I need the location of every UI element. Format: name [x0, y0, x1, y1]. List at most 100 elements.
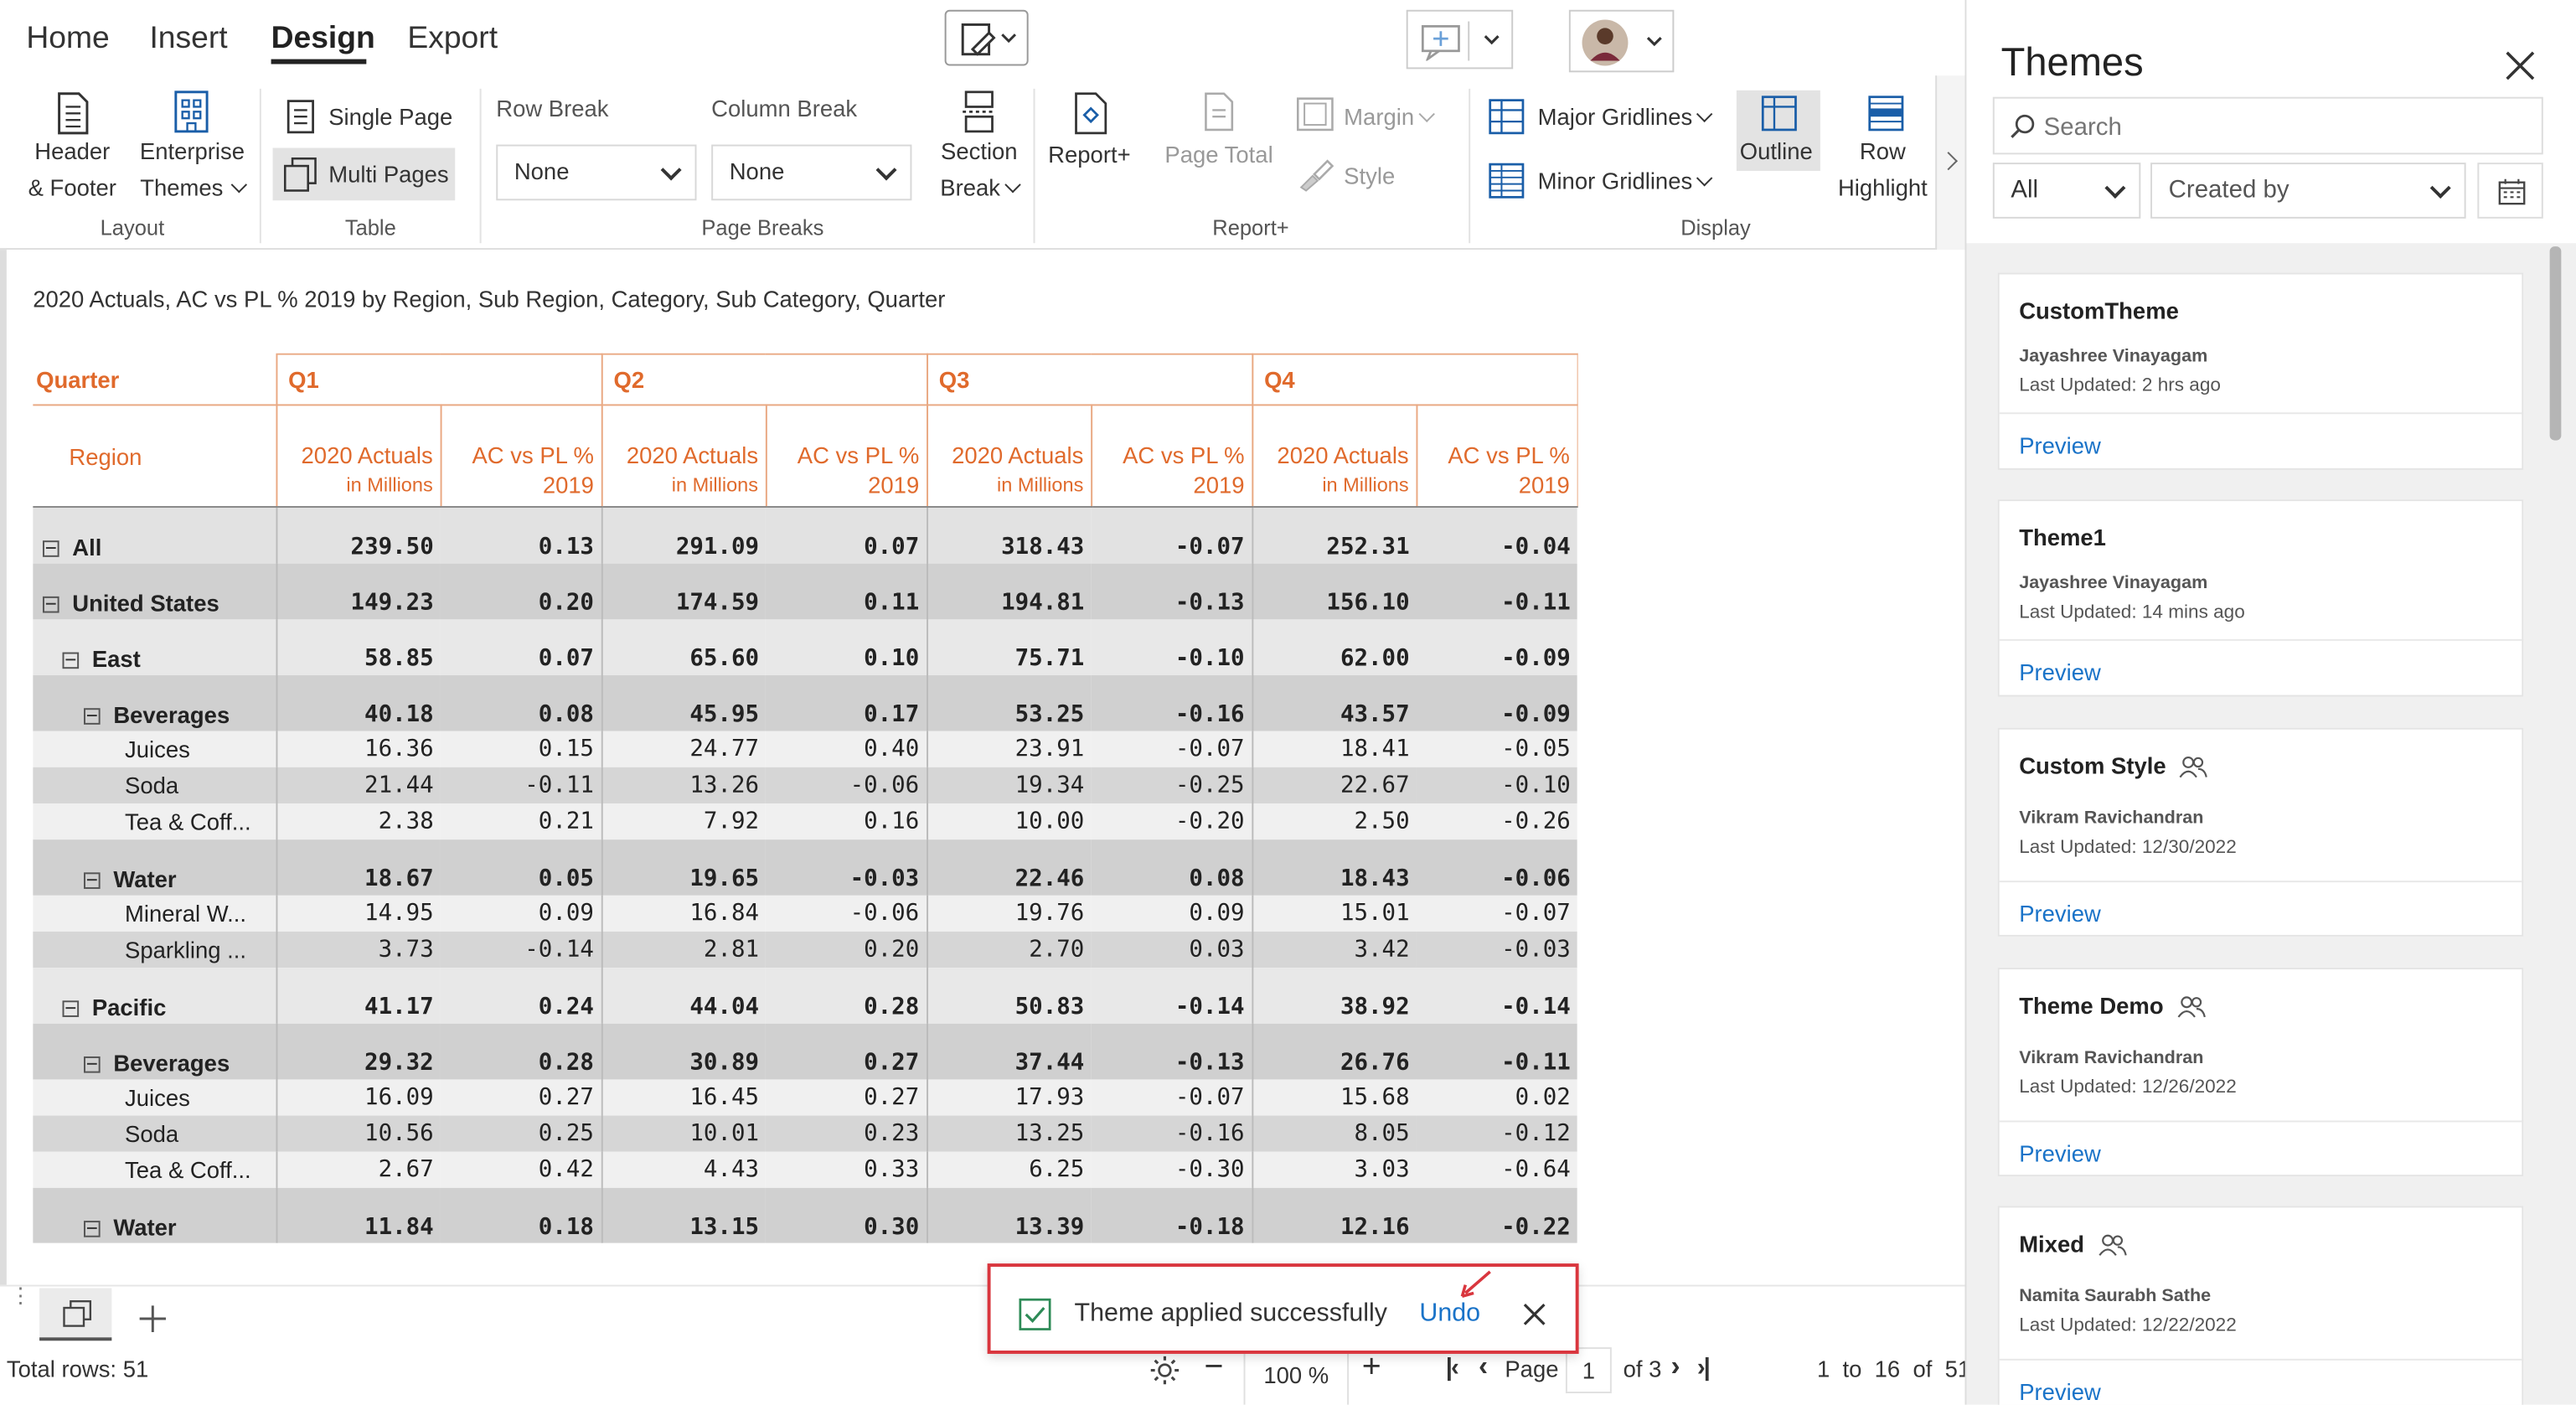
row-label[interactable]: Soda [33, 766, 276, 803]
report-plus-button[interactable]: Report+ [1048, 137, 1130, 173]
page-number-input[interactable]: 1 [1565, 1347, 1612, 1394]
table-row[interactable]: Water 18.67 0.05 19.65 -0.03 22.46 0.08 18.43 -0… [33, 839, 1577, 895]
table-row[interactable]: All 239.50 0.13 291.09 0.07 318.43 -0.07 252.31… [33, 506, 1577, 563]
collapse-icon[interactable] [84, 871, 101, 889]
row-label[interactable]: Pacific [33, 967, 276, 1023]
collapse-icon[interactable] [84, 707, 101, 725]
collapse-icon[interactable] [42, 596, 59, 613]
measure-ac-vs-pl-header[interactable]: AC vs PL % 2019 [1090, 405, 1253, 508]
close-icon[interactable] [2504, 49, 2537, 82]
next-page-icon[interactable]: › [1670, 1351, 1680, 1383]
table-row[interactable]: Sparkling ... 3.73 -0.14 2.81 0.20 2.70 0.03 3.… [33, 930, 1577, 968]
table-row[interactable]: Soda 10.56 0.25 10.01 0.23 13.25 -0.16 8.05 -0.1… [33, 1114, 1577, 1151]
row-label[interactable]: Tea & Coff... [33, 802, 276, 839]
theme-card[interactable]: Custom Style Vikram Ravichandran Last Upda… [1997, 727, 2524, 937]
row-label[interactable]: Tea & Coff... [33, 1150, 276, 1187]
preview-link[interactable]: Preview [2019, 432, 2101, 458]
menu-export[interactable]: Export [407, 21, 498, 57]
theme-card[interactable]: CustomTheme Jayashree Vinayagam Last Updat… [1997, 272, 2524, 470]
last-page-icon[interactable]: ›| [1697, 1354, 1711, 1382]
collapse-icon[interactable] [84, 1056, 101, 1073]
ribbon-scroll-right[interactable] [1935, 75, 1965, 251]
outline-button[interactable]: Outline [1736, 90, 1820, 171]
measure-ac-vs-pl-header[interactable]: AC vs PL % 2019 [1415, 405, 1578, 508]
page-total-button[interactable]: Page Total [1164, 137, 1273, 173]
measure-actuals-header[interactable]: 2020 Actuals in Millions [600, 405, 767, 508]
theme-card[interactable]: Mixed Namita Saurabh Sathe Last Updated: 1… [1997, 1206, 2524, 1405]
table-row[interactable]: Soda 21.44 -0.11 13.26 -0.06 19.34 -0.25 22.67-… [33, 766, 1577, 803]
row-label[interactable]: Juices [33, 1078, 276, 1115]
row-highlight-button[interactable]: Row Highlight [1830, 133, 1936, 205]
settings-gear-icon[interactable] [1149, 1354, 1181, 1387]
zoom-level[interactable]: 100 % [1243, 1347, 1350, 1405]
style-button[interactable]: Style [1344, 158, 1395, 194]
menu-design[interactable]: Design [271, 21, 375, 57]
theme-card[interactable]: Theme1 Jayashree Vinayagam Last Updated: 1… [1997, 499, 2524, 697]
measure-actuals-header[interactable]: 2020 Actuals in Millions [1251, 405, 1417, 508]
row-label[interactable]: Mineral W... [33, 894, 276, 931]
row-label[interactable]: Water [33, 1186, 276, 1243]
collapse-icon[interactable] [62, 1000, 80, 1017]
column-break-select[interactable]: None [711, 144, 912, 201]
header-footer-button[interactable]: Header & Footer [24, 133, 120, 205]
collapse-icon[interactable] [62, 652, 80, 669]
menu-home[interactable]: Home [26, 21, 109, 57]
multi-pages-button[interactable]: Multi Pages [272, 147, 456, 201]
drag-handle-icon[interactable]: ⋮ [10, 1285, 31, 1306]
comment-button[interactable] [1406, 9, 1514, 70]
theme-card[interactable]: Theme Demo Vikram Ravichandran Last Update… [1997, 968, 2524, 1177]
add-page-button[interactable]: ＋ [135, 1291, 171, 1344]
measure-actuals-header[interactable]: 2020 Actuals in Millions [926, 405, 1092, 508]
preview-link[interactable]: Preview [2019, 1140, 2101, 1166]
row-label[interactable]: United States [33, 562, 276, 619]
minor-gridlines-button[interactable]: Minor Gridlines [1538, 163, 1713, 199]
table-row[interactable]: Beverages 40.18 0.08 45.95 0.17 53.25 -0.16 43.… [33, 674, 1577, 731]
table-row[interactable]: Pacific 41.17 0.24 44.04 0.28 50.83 -0.14 38.92… [33, 967, 1577, 1023]
page-tab[interactable] [39, 1288, 112, 1341]
user-menu[interactable] [1568, 9, 1675, 73]
close-icon[interactable] [1521, 1301, 1547, 1327]
row-label[interactable]: Beverages [33, 1022, 276, 1079]
table-row[interactable]: Juices 16.36 0.15 24.77 0.40 23.91 -0.07 18.41-… [33, 730, 1577, 767]
zoom-out-button[interactable]: − [1204, 1349, 1223, 1387]
search-input[interactable] [2043, 108, 2521, 145]
menu-insert[interactable]: Insert [149, 21, 227, 57]
themes-search-field[interactable] [1992, 96, 2543, 155]
measure-ac-vs-pl-header[interactable]: AC vs PL % 2019 [439, 405, 602, 508]
preview-link[interactable]: Preview [2019, 901, 2101, 927]
quarter-q2[interactable]: Q2 [600, 353, 928, 406]
collapse-icon[interactable] [84, 1220, 101, 1237]
single-page-button[interactable]: Single Page [328, 99, 452, 135]
edit-mode-button[interactable] [944, 9, 1029, 66]
section-break-button[interactable]: Section Break [933, 133, 1025, 205]
table-row[interactable]: Juices 16.09 0.27 16.45 0.27 17.93 -0.07 15.68 0… [33, 1078, 1577, 1115]
quarter-q1[interactable]: Q1 [275, 353, 602, 406]
margin-button[interactable]: Margin [1344, 99, 1435, 135]
table-row[interactable]: Tea & Coff... 2.38 0.21 7.92 0.16 10.00 -0.20 2… [33, 802, 1577, 839]
row-label[interactable]: All [33, 506, 276, 563]
row-label[interactable]: Sparkling ... [33, 930, 276, 968]
prev-page-icon[interactable]: ‹ [1479, 1351, 1488, 1383]
preview-link[interactable]: Preview [2019, 1378, 2101, 1404]
filter-all-select[interactable]: All [1992, 163, 2141, 219]
measure-ac-vs-pl-header[interactable]: AC vs PL % 2019 [764, 405, 928, 508]
collapse-icon[interactable] [42, 540, 59, 557]
major-gridlines-button[interactable]: Major Gridlines [1538, 99, 1713, 135]
first-page-icon[interactable]: |‹ [1446, 1354, 1459, 1382]
quarter-q4[interactable]: Q4 [1251, 353, 1578, 406]
row-label[interactable]: Soda [33, 1114, 276, 1151]
measure-actuals-header[interactable]: 2020 Actuals in Millions [275, 405, 441, 508]
row-label[interactable]: Water [33, 839, 276, 895]
table-row[interactable]: East 58.85 0.07 65.60 0.10 75.71 -0.10 62.00 -0.… [33, 618, 1577, 675]
date-filter-button[interactable] [2477, 163, 2543, 219]
table-row[interactable]: Water 11.84 0.18 13.15 0.30 13.39 -0.18 12.16 -0… [33, 1186, 1577, 1243]
table-row[interactable]: United States 149.23 0.20 174.59 0.11 194.81-… [33, 562, 1577, 619]
undo-button[interactable]: Undo [1419, 1299, 1480, 1329]
table-row[interactable]: Beverages 29.32 0.28 30.89 0.27 37.44 -0.13 26.… [33, 1022, 1577, 1079]
created-by-select[interactable]: Created by [2150, 163, 2466, 219]
table-row[interactable]: Tea & Coff... 2.67 0.42 4.43 0.33 6.25 -0.30 3.… [33, 1150, 1577, 1187]
row-label[interactable]: Juices [33, 730, 276, 767]
row-label[interactable]: Beverages [33, 674, 276, 731]
preview-link[interactable]: Preview [2019, 659, 2101, 684]
zoom-in-button[interactable]: + [1362, 1349, 1381, 1387]
